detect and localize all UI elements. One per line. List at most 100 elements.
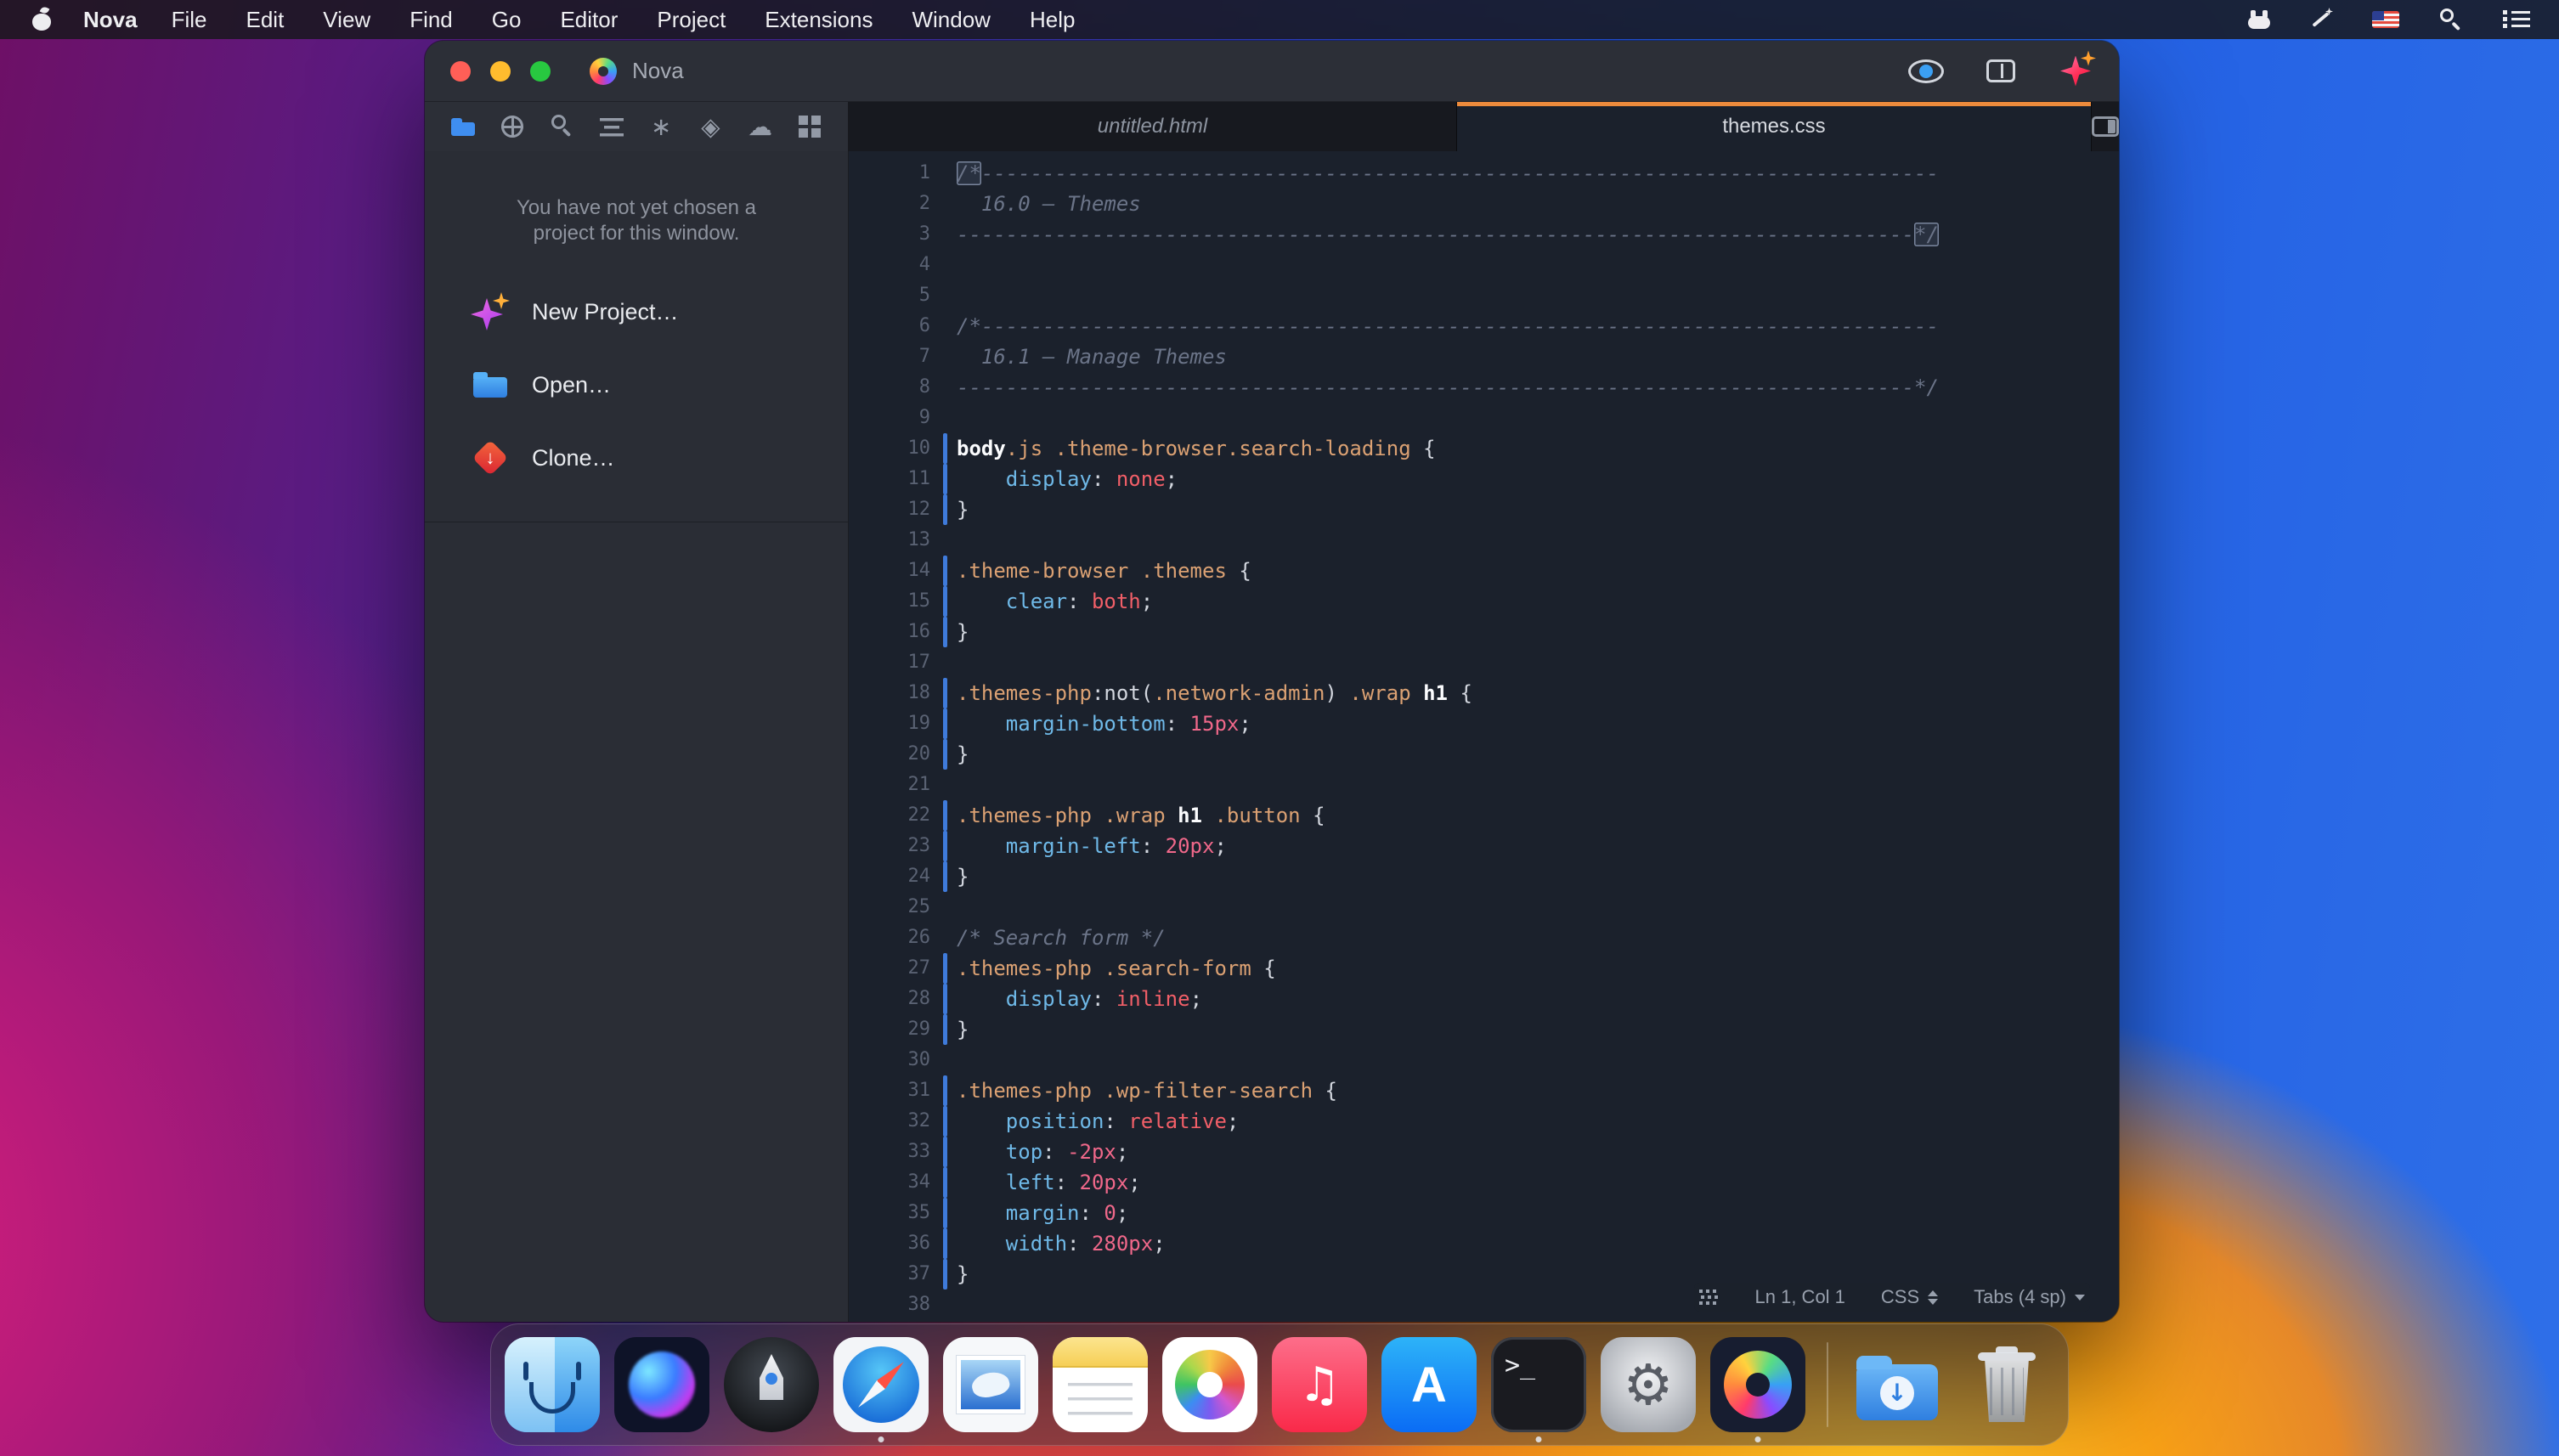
apps-grid-icon[interactable] bbox=[794, 112, 825, 141]
sidebar-item-new-project[interactable]: New Project… bbox=[471, 282, 802, 341]
code-line-32[interactable]: 32 position: relative; bbox=[849, 1106, 2119, 1137]
files-folder-icon[interactable] bbox=[448, 112, 478, 141]
dock-nova-icon[interactable] bbox=[1710, 1337, 1805, 1432]
cursor-position[interactable]: Ln 1, Col 1 bbox=[1755, 1286, 1845, 1308]
cloud-icon[interactable]: ☁ bbox=[745, 112, 776, 141]
code-line-24[interactable]: 24} bbox=[849, 861, 2119, 892]
code-line-26[interactable]: 26/* Search form */ bbox=[849, 923, 2119, 953]
apple-menu-icon[interactable] bbox=[32, 8, 51, 31]
code-line-20[interactable]: 20} bbox=[849, 739, 2119, 770]
menu-item-file[interactable]: File bbox=[172, 7, 207, 33]
dock-finder-icon[interactable] bbox=[505, 1337, 600, 1432]
code-line-8[interactable]: 8---------------------------------------… bbox=[849, 372, 2119, 403]
dock-notes-icon[interactable] bbox=[1053, 1337, 1148, 1432]
code-line-5[interactable]: 5 bbox=[849, 280, 2119, 311]
code-line-29[interactable]: 29} bbox=[849, 1014, 2119, 1045]
zoom-button[interactable] bbox=[530, 61, 551, 82]
editor-split-icon[interactable] bbox=[1986, 59, 2015, 82]
nova-sparkle-icon[interactable] bbox=[2058, 54, 2093, 89]
line-number: 38 bbox=[849, 1290, 930, 1320]
code-line-10[interactable]: 10body.js .theme-browser.search-loading … bbox=[849, 433, 2119, 464]
window-title: Nova bbox=[632, 58, 684, 84]
line-number: 11 bbox=[849, 464, 930, 494]
dock-downloads-icon[interactable]: ↓ bbox=[1850, 1337, 1945, 1432]
symbols-grid-icon[interactable] bbox=[1699, 1290, 1720, 1305]
code-line-19[interactable]: 19 margin-bottom: 15px; bbox=[849, 708, 2119, 739]
menu-app-name[interactable]: Nova bbox=[83, 7, 138, 33]
language-selector[interactable]: CSS bbox=[1881, 1286, 1938, 1308]
spotlight-search-icon[interactable] bbox=[2438, 7, 2464, 32]
code-line-12[interactable]: 12} bbox=[849, 494, 2119, 525]
dock-terminal-icon[interactable]: >_ bbox=[1491, 1337, 1586, 1432]
sidebar-item-clone[interactable]: Clone… bbox=[471, 428, 802, 488]
code-line-22[interactable]: 22.themes-php .wrap h1 .button { bbox=[849, 800, 2119, 831]
code-line-34[interactable]: 34 left: 20px; bbox=[849, 1167, 2119, 1198]
dock-safari-icon[interactable] bbox=[833, 1337, 929, 1432]
preview-eye-icon[interactable] bbox=[1908, 59, 1944, 83]
line-number: 20 bbox=[849, 739, 930, 770]
code-line-35[interactable]: 35 margin: 0; bbox=[849, 1198, 2119, 1228]
code-line-4[interactable]: 4 bbox=[849, 250, 2119, 280]
code-line-2[interactable]: 2 16.0 — Themes bbox=[849, 189, 2119, 219]
indentation-selector[interactable]: Tabs (4 sp) bbox=[1974, 1286, 2085, 1308]
wand-icon[interactable] bbox=[2309, 8, 2333, 31]
menu-item-window[interactable]: Window bbox=[912, 7, 990, 33]
code-line-1[interactable]: 1/*-------------------------------------… bbox=[849, 158, 2119, 189]
code-line-6[interactable]: 6/*-------------------------------------… bbox=[849, 311, 2119, 341]
sidebar-item-open[interactable]: Open… bbox=[471, 355, 802, 415]
code-text bbox=[947, 250, 957, 280]
dock-mail-icon[interactable] bbox=[943, 1337, 1038, 1432]
code-line-15[interactable]: 15 clear: both; bbox=[849, 586, 2119, 617]
code-line-31[interactable]: 31.themes-php .wp-filter-search { bbox=[849, 1075, 2119, 1106]
dock-trash-icon[interactable] bbox=[1959, 1337, 2054, 1432]
code-line-16[interactable]: 16} bbox=[849, 617, 2119, 647]
menu-item-view[interactable]: View bbox=[323, 7, 370, 33]
code-line-17[interactable]: 17 bbox=[849, 647, 2119, 678]
code-line-33[interactable]: 33 top: -2px; bbox=[849, 1137, 2119, 1167]
close-button[interactable] bbox=[450, 61, 471, 82]
code-line-14[interactable]: 14.theme-browser .themes { bbox=[849, 556, 2119, 586]
line-number: 23 bbox=[849, 831, 930, 861]
window-titlebar[interactable]: Nova bbox=[425, 41, 2119, 102]
editor-layout-icon[interactable] bbox=[2092, 116, 2119, 137]
code-line-7[interactable]: 7 16.1 — Manage Themes bbox=[849, 341, 2119, 372]
code-line-9[interactable]: 9 bbox=[849, 403, 2119, 433]
menu-extra-icon[interactable] bbox=[2248, 10, 2270, 29]
code-line-11[interactable]: 11 display: none; bbox=[849, 464, 2119, 494]
dock-photos-icon[interactable] bbox=[1162, 1337, 1257, 1432]
menu-item-go[interactable]: Go bbox=[492, 7, 522, 33]
extensions-diamond-icon[interactable]: ◈ bbox=[695, 112, 726, 141]
menu-item-help[interactable]: Help bbox=[1030, 7, 1075, 33]
code-line-13[interactable]: 13 bbox=[849, 525, 2119, 556]
minimize-button[interactable] bbox=[490, 61, 511, 82]
dock-launchpad-icon[interactable] bbox=[724, 1337, 819, 1432]
dock-music-icon[interactable]: ♫ bbox=[1272, 1337, 1367, 1432]
code-line-27[interactable]: 27.themes-php .search-form { bbox=[849, 953, 2119, 984]
code-line-23[interactable]: 23 margin-left: 20px; bbox=[849, 831, 2119, 861]
menu-item-extensions[interactable]: Extensions bbox=[765, 7, 873, 33]
notification-list-icon[interactable] bbox=[2503, 9, 2530, 30]
code-line-36[interactable]: 36 width: 280px; bbox=[849, 1228, 2119, 1259]
dock-appstore-icon[interactable]: A bbox=[1381, 1337, 1477, 1432]
code-line-18[interactable]: 18.themes-php:not(.network-admin) .wrap … bbox=[849, 678, 2119, 708]
menu-item-find[interactable]: Find bbox=[410, 7, 453, 33]
code-line-28[interactable]: 28 display: inline; bbox=[849, 984, 2119, 1014]
menu-item-edit[interactable]: Edit bbox=[246, 7, 284, 33]
asterisk-icon[interactable]: ∗ bbox=[646, 112, 676, 141]
code-line-21[interactable]: 21 bbox=[849, 770, 2119, 800]
menu-item-project[interactable]: Project bbox=[657, 7, 726, 33]
dock-siri-icon[interactable] bbox=[614, 1337, 709, 1432]
code-line-30[interactable]: 30 bbox=[849, 1045, 2119, 1075]
tab-themes-css[interactable]: themes.css bbox=[1457, 102, 2091, 151]
tab-untitled-html[interactable]: untitled.html bbox=[849, 102, 1457, 151]
us-input-source-flag[interactable] bbox=[2372, 11, 2399, 28]
code-line-3[interactable]: 3---------------------------------------… bbox=[849, 219, 2119, 250]
symbols-list-icon[interactable] bbox=[596, 112, 627, 141]
code-editor[interactable]: 1/*-------------------------------------… bbox=[849, 151, 2119, 1322]
code-area[interactable]: 1/*-------------------------------------… bbox=[849, 151, 2119, 1322]
search-icon[interactable] bbox=[547, 112, 578, 141]
dock-sysprefs-icon[interactable]: ⚙ bbox=[1601, 1337, 1696, 1432]
remote-globe-icon[interactable] bbox=[497, 112, 528, 141]
code-line-25[interactable]: 25 bbox=[849, 892, 2119, 923]
menu-item-editor[interactable]: Editor bbox=[560, 7, 618, 33]
